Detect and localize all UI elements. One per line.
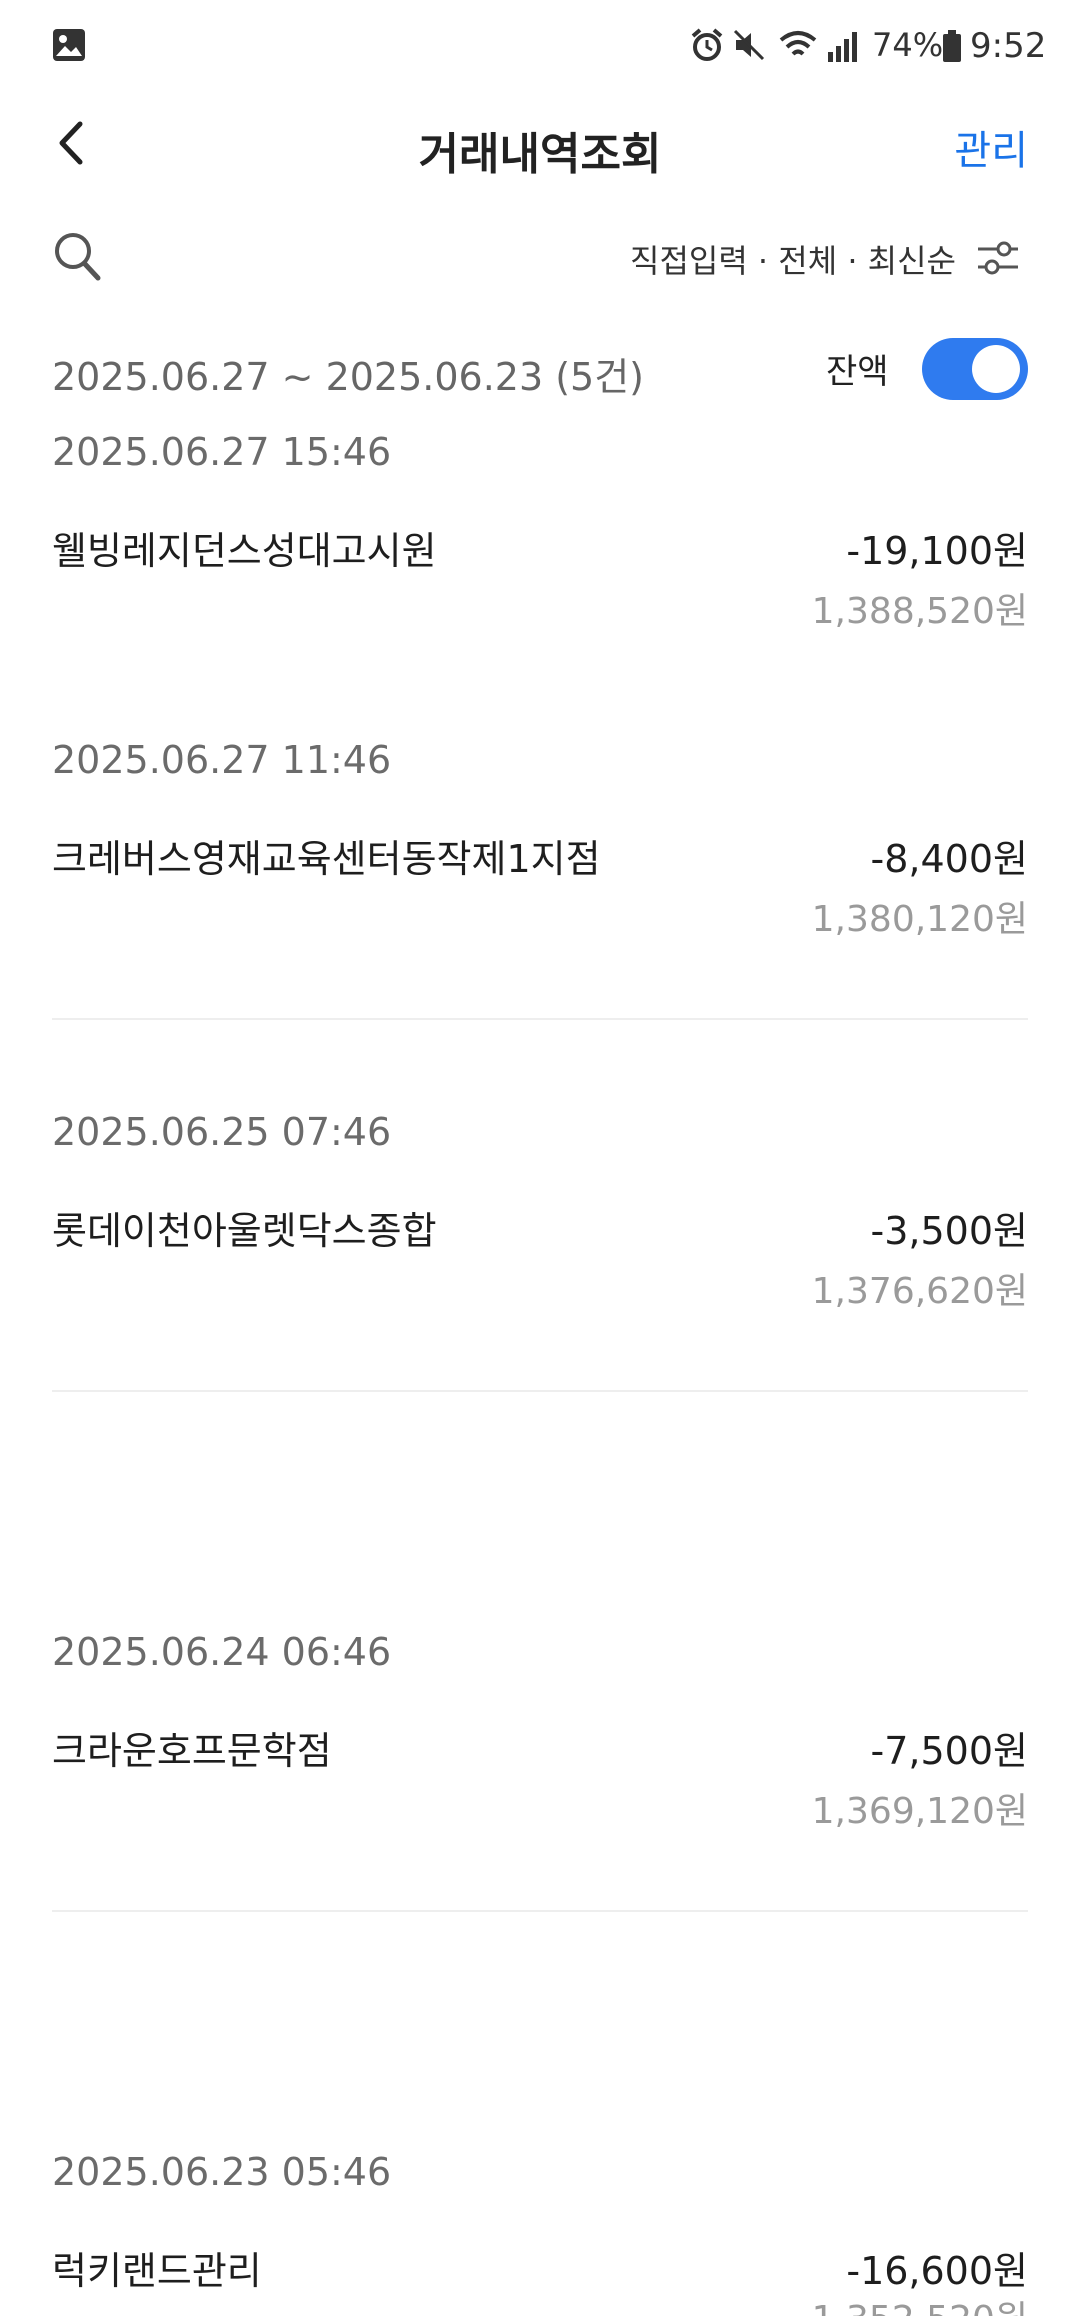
clock: 9:52: [970, 26, 1047, 66]
wifi-icon: [779, 31, 817, 56]
app-header: 거래내역조회 관리: [0, 100, 1080, 190]
battery-icon: [943, 30, 961, 62]
date-range: 2025.06.27 ~ 2025.06.23 (5건): [52, 355, 645, 399]
signal-icon: [828, 32, 857, 62]
battery-percent: 74%: [872, 26, 944, 64]
transaction-item[interactable]: 2025.06.27 15:46 웰빙레지던스성대고시원 -19,100원 1,…: [52, 430, 1028, 640]
transaction-merchant: 럭키랜드관리: [52, 2249, 262, 2293]
transaction-item[interactable]: 2025.06.23 05:46 럭키랜드관리 -16,600원 1,352,5…: [52, 2150, 1028, 2316]
transaction-amount: -16,600원: [846, 2249, 1028, 2293]
transaction-balance: 1,380,120원: [811, 899, 1028, 940]
transaction-date: 2025.06.27 11:46: [52, 738, 392, 782]
search-icon[interactable]: [52, 230, 102, 282]
transaction-merchant: 크라운호프문학점: [52, 1729, 332, 1773]
transaction-balance: 1,352,520원: [812, 2290, 1028, 2316]
gallery-notification-icon: [53, 29, 85, 61]
transaction-item[interactable]: 2025.06.27 11:46 크레버스영재교육센터동작제1지점 -8,400…: [52, 738, 1028, 948]
transaction-date: 2025.06.23 05:46: [52, 2150, 392, 2194]
filter-row: 직접입력 · 전체 · 최신순: [0, 220, 1080, 300]
transaction-balance: 1,369,120원: [811, 1791, 1028, 1832]
transaction-date: 2025.06.27 15:46: [52, 430, 392, 474]
balance-label: 잔액: [826, 352, 889, 392]
divider: [52, 1390, 1028, 1392]
transaction-balance: 1,388,520원: [811, 591, 1028, 632]
transaction-merchant: 웰빙레지던스성대고시원: [52, 529, 437, 573]
transaction-item[interactable]: 2025.06.25 07:46 롯데이천아울렛닥스종합 -3,500원 1,3…: [52, 1110, 1028, 1320]
transaction-date: 2025.06.24 06:46: [52, 1630, 392, 1674]
transaction-merchant: 롯데이천아울렛닥스종합: [52, 1209, 437, 1253]
transaction-merchant: 크레버스영재교육센터동작제1지점: [52, 837, 601, 881]
transaction-date: 2025.06.25 07:46: [52, 1110, 392, 1154]
divider: [52, 1910, 1028, 1912]
balance-toggle[interactable]: [922, 338, 1028, 400]
transaction-amount: -8,400원: [870, 837, 1028, 881]
transaction-amount: -7,500원: [870, 1729, 1028, 1773]
transaction-balance: 1,376,620원: [811, 1271, 1028, 1312]
transaction-item[interactable]: 2025.06.24 06:46 크라운호프문학점 -7,500원 1,369,…: [52, 1630, 1028, 1840]
filter-settings-icon[interactable]: [976, 236, 1020, 280]
status-bar: 74% 9:52: [0, 0, 1080, 90]
manage-button[interactable]: 관리: [954, 118, 1028, 176]
transaction-amount: -3,500원: [870, 1209, 1028, 1253]
alarm-icon: [691, 28, 723, 61]
filter-summary[interactable]: 직접입력 · 전체 · 최신순: [630, 236, 956, 282]
mute-icon: [733, 29, 765, 61]
toggle-knob: [972, 345, 1020, 393]
divider: [52, 1018, 1028, 1020]
page-title: 거래내역조회: [418, 129, 662, 180]
transaction-amount: -19,100원: [846, 529, 1028, 573]
